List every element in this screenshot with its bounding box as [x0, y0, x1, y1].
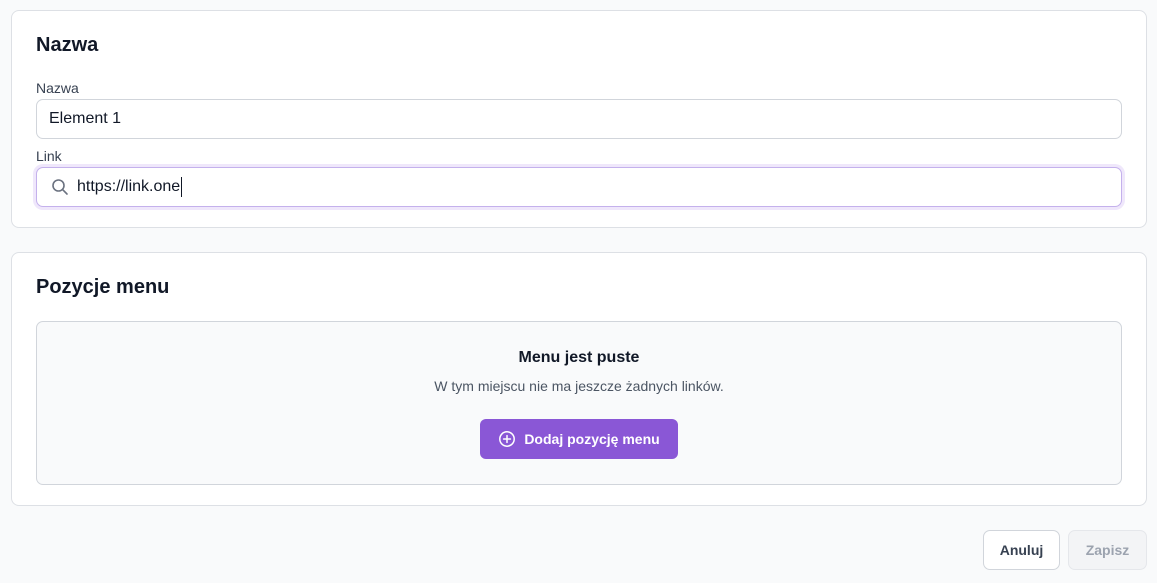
link-input[interactable]: https://link.one [36, 167, 1122, 207]
cancel-button[interactable]: Anuluj [983, 530, 1060, 570]
link-input-value: https://link.one [77, 178, 181, 195]
save-button[interactable]: Zapisz [1068, 530, 1147, 570]
name-section-title: Nazwa [36, 34, 99, 56]
name-card: Nazwa Nazwa Element 1 Link https://link.… [11, 10, 1147, 228]
name-input[interactable]: Element 1 [36, 99, 1122, 139]
text-caret [181, 177, 183, 197]
menu-items-card: Pozycje menu Menu jest puste W tym miejs… [11, 252, 1147, 506]
add-menu-item-button[interactable]: Dodaj pozycję menu [480, 419, 678, 459]
empty-state-description: W tym miejscu nie ma jeszcze żadnych lin… [434, 378, 724, 394]
menu-section-title: Pozycje menu [36, 276, 170, 298]
add-menu-item-label: Dodaj pozycję menu [524, 431, 660, 447]
empty-state: Menu jest puste W tym miejscu nie ma jes… [36, 321, 1122, 485]
name-input-value: Element 1 [49, 110, 122, 127]
search-icon [51, 178, 69, 196]
link-field-label: Link [36, 148, 62, 164]
empty-state-title: Menu jest puste [518, 349, 640, 366]
name-field-label: Nazwa [36, 80, 79, 96]
plus-circle-icon [498, 430, 516, 448]
